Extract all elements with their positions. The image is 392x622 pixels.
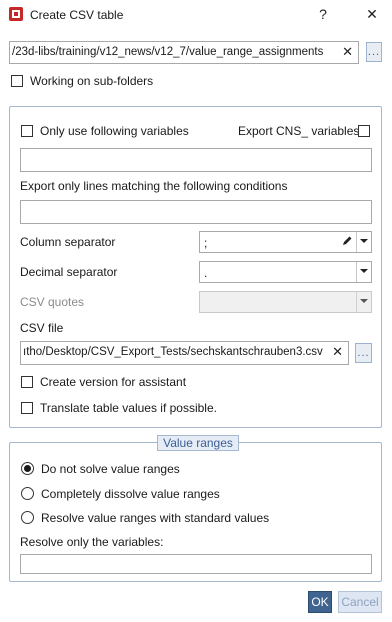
csv-quotes-label: CSV quotes xyxy=(20,295,85,309)
path-browse-button[interactable]: ... xyxy=(366,42,382,62)
working-subfolders-label: Working on sub-folders xyxy=(30,74,154,88)
app-icon xyxy=(9,7,23,21)
pencil-icon[interactable] xyxy=(341,235,353,250)
translate-values-label: Translate table values if possible. xyxy=(40,401,217,415)
chevron-down-icon[interactable] xyxy=(359,235,369,247)
radio-selected-dot xyxy=(24,465,31,472)
path-value: /23d-libs/training/v12_news/v12_7/value_… xyxy=(12,46,324,58)
export-cns-label: Export CNS_ variables xyxy=(238,124,360,138)
csv-file-value: ıtho/Desktop/CSV_Export_Tests/sechskants… xyxy=(23,346,323,358)
conditions-input[interactable] xyxy=(20,200,372,224)
path-clear-icon[interactable]: ✕ xyxy=(342,44,353,60)
conditions-label: Export only lines matching the following… xyxy=(20,179,288,193)
csv-file-browse-button[interactable]: ... xyxy=(355,343,372,363)
only-variables-label: Only use following variables xyxy=(40,124,189,138)
radio-completely-dissolve-label: Completely dissolve value ranges xyxy=(41,487,220,501)
path-field[interactable]: /23d-libs/training/v12_news/v12_7/value_… xyxy=(9,41,359,64)
export-cns-checkbox[interactable] xyxy=(358,125,370,137)
chevron-down-icon[interactable] xyxy=(359,265,369,277)
help-button[interactable]: ? xyxy=(315,6,331,22)
value-ranges-legend: Value ranges xyxy=(157,435,239,451)
column-separator-combo[interactable]: ; xyxy=(199,231,372,253)
csv-quotes-combo xyxy=(199,291,372,313)
csv-file-label: CSV file xyxy=(20,321,64,335)
create-version-checkbox[interactable] xyxy=(21,376,33,388)
radio-do-not-solve-label: Do not solve value ranges xyxy=(41,462,180,476)
window-title: Create CSV table xyxy=(30,8,124,22)
resolve-variables-input[interactable] xyxy=(20,554,372,574)
radio-standard-values-label: Resolve value ranges with standard value… xyxy=(41,511,270,525)
csv-file-field[interactable]: ıtho/Desktop/CSV_Export_Tests/sechskants… xyxy=(20,341,349,365)
only-variables-checkbox[interactable] xyxy=(21,125,33,137)
column-separator-value: ; xyxy=(204,236,208,250)
csv-file-clear-icon[interactable]: ✕ xyxy=(332,344,343,360)
decimal-separator-combo[interactable]: . xyxy=(199,261,372,283)
ok-button[interactable]: OK xyxy=(308,591,332,613)
radio-completely-dissolve[interactable] xyxy=(21,487,34,500)
variables-input[interactable] xyxy=(20,148,372,172)
resolve-variables-label: Resolve only the variables: xyxy=(20,535,164,549)
chevron-down-icon xyxy=(359,295,369,307)
radio-do-not-solve[interactable] xyxy=(21,462,34,475)
create-version-label: Create version for assistant xyxy=(40,375,187,389)
translate-values-checkbox[interactable] xyxy=(21,402,33,414)
column-separator-label: Column separator xyxy=(20,235,116,249)
cancel-button[interactable]: Cancel xyxy=(338,591,382,613)
title-bar: Create CSV table ? ✕ xyxy=(0,0,392,30)
working-subfolders-checkbox[interactable] xyxy=(11,75,23,87)
radio-standard-values[interactable] xyxy=(21,511,34,524)
decimal-separator-value: . xyxy=(204,266,208,280)
decimal-separator-label: Decimal separator xyxy=(20,265,118,279)
close-button[interactable]: ✕ xyxy=(364,6,380,23)
